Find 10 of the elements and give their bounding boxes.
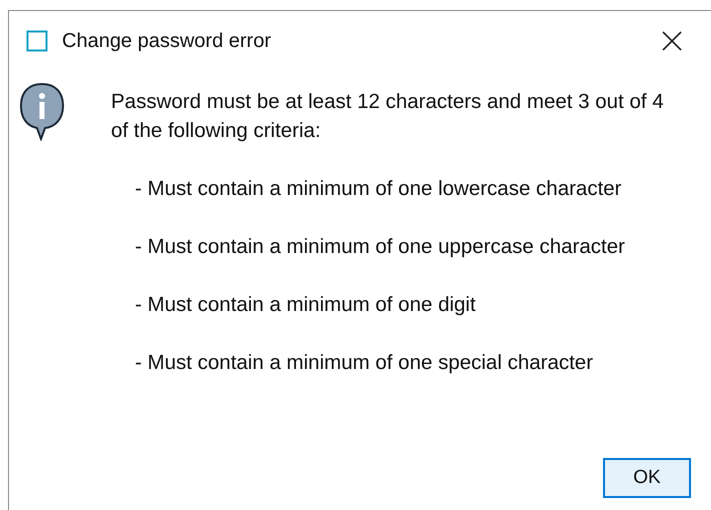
criterion-text: - Must contain a minimum of one special character bbox=[134, 350, 594, 376]
window-title: Change password error bbox=[62, 30, 271, 52]
message-text: Password must be at least 12 characters and meet 3 out of 4 of the following criteria: bbox=[111, 89, 665, 144]
close-icon[interactable] bbox=[661, 30, 683, 52]
criterion-text: - Must contain a minimum of one lowercase character bbox=[134, 176, 623, 202]
ok-button[interactable]: OK bbox=[603, 458, 691, 498]
info-icon bbox=[19, 81, 65, 141]
criterion-text: - Must contain a minimum of one digit bbox=[134, 292, 477, 318]
window-icon bbox=[26, 30, 48, 52]
criterion-text: - Must contain a minimum of one uppercase character bbox=[134, 234, 626, 260]
